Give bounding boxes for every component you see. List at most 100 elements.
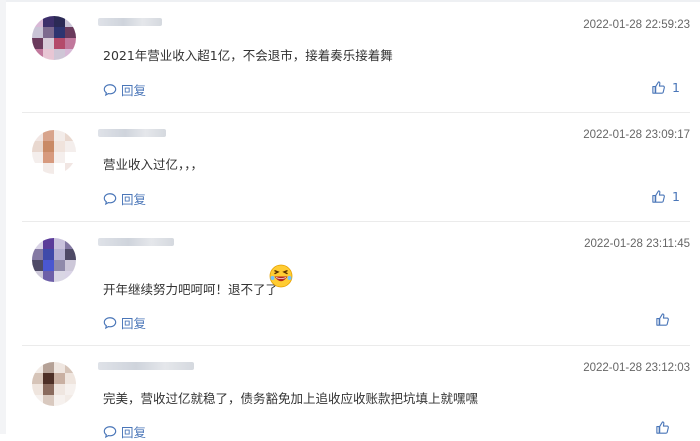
avatar-mosaic-cell <box>54 362 65 373</box>
comment-timestamp: 2022-01-28 23:09:17 <box>583 129 690 141</box>
avatar-mosaic-cell <box>65 130 76 141</box>
avatar-mosaic-cell <box>32 16 43 27</box>
avatar-mosaic-cell <box>43 271 54 282</box>
thumbs-up-icon <box>656 313 669 326</box>
reply-button[interactable]: 回复 <box>103 189 146 208</box>
avatar-mosaic-cell <box>32 373 43 384</box>
avatar-mosaic-cell <box>32 163 43 174</box>
username-blurred[interactable] <box>98 238 174 246</box>
avatar-mosaic-cell <box>65 271 76 282</box>
avatar-mosaic-cell <box>65 49 76 60</box>
laughing-face-icon <box>269 264 293 292</box>
avatar-mosaic-cell <box>43 27 54 38</box>
like-button[interactable] <box>655 312 676 327</box>
like-count: 1 <box>672 189 680 204</box>
like-button[interactable] <box>655 420 676 435</box>
avatar-mosaic-cell <box>54 384 65 395</box>
avatar-mosaic-cell <box>65 249 76 260</box>
avatar-mosaic-cell <box>65 152 76 163</box>
avatar-mosaic-cell <box>32 238 43 249</box>
avatar-mosaic-cell <box>65 38 76 49</box>
avatar-mosaic-cell <box>43 373 54 384</box>
comment-bubble-icon <box>103 192 117 205</box>
avatar-mosaic-cell <box>54 49 65 60</box>
avatar-mosaic-cell <box>54 271 65 282</box>
avatar-mosaic-cell <box>54 238 65 249</box>
like-count: 1 <box>672 80 680 95</box>
avatar-mosaic-cell <box>32 249 43 260</box>
comment-text: 开年继续努力吧呵呵！退不了了 <box>103 282 279 297</box>
avatar-mosaic-cell <box>32 260 43 271</box>
avatar-mosaic-cell <box>65 163 76 174</box>
comment-item: 2022-01-28 22:59:23 2021年营业收入超1亿，不会退市，接着… <box>6 0 700 112</box>
avatar-mosaic-cell <box>32 384 43 395</box>
avatar-mosaic-cell <box>43 141 54 152</box>
avatar-mosaic-cell <box>65 260 76 271</box>
avatar-mosaic-cell <box>54 163 65 174</box>
avatar-mosaic-cell <box>65 238 76 249</box>
thumbs-up-icon <box>656 421 669 434</box>
comment-bubble-icon <box>103 425 117 438</box>
like-button[interactable]: 1 <box>651 80 680 95</box>
reply-label: 回复 <box>121 83 147 98</box>
username-blurred[interactable] <box>98 362 194 370</box>
avatar-mosaic-cell <box>43 130 54 141</box>
avatar-mosaic-cell <box>32 152 43 163</box>
avatar-mosaic-cell <box>54 249 65 260</box>
reply-label: 回复 <box>121 316 147 331</box>
avatar-mosaic-cell <box>54 27 65 38</box>
comment-timestamp: 2022-01-28 22:59:23 <box>583 19 690 31</box>
avatar-mosaic-cell <box>65 141 76 152</box>
comment-item: 2022-01-28 23:11:45 开年继续努力吧呵呵！退不了了 回复 <box>6 222 700 345</box>
user-avatar[interactable] <box>32 238 76 282</box>
avatar-mosaic-cell <box>54 141 65 152</box>
avatar-mosaic-cell <box>32 38 43 49</box>
avatar-mosaic-cell <box>43 49 54 60</box>
user-avatar[interactable] <box>32 16 76 60</box>
comment-text: 营业收入过亿，，， <box>103 157 204 172</box>
avatar-mosaic-cell <box>43 384 54 395</box>
avatar-mosaic-cell <box>65 384 76 395</box>
avatar-mosaic-cell <box>54 395 65 406</box>
avatar-mosaic-cell <box>43 16 54 27</box>
avatar-mosaic-cell <box>54 130 65 141</box>
avatar-mosaic-cell <box>43 238 54 249</box>
avatar-mosaic-cell <box>32 141 43 152</box>
comment-timestamp: 2022-01-28 23:12:03 <box>583 362 690 374</box>
avatar-mosaic-cell <box>54 38 65 49</box>
avatar-mosaic-cell <box>54 260 65 271</box>
reply-label: 回复 <box>121 192 147 207</box>
thumbs-up-icon <box>652 190 665 203</box>
avatar-mosaic-cell <box>54 152 65 163</box>
avatar-mosaic-cell <box>54 16 65 27</box>
avatar-mosaic-cell <box>32 362 43 373</box>
comment-bubble-icon <box>103 316 117 329</box>
avatar-mosaic-cell <box>54 373 65 384</box>
user-avatar[interactable] <box>32 130 76 174</box>
reply-button[interactable]: 回复 <box>103 422 146 441</box>
avatar-mosaic-cell <box>43 163 54 174</box>
comment-item: 2022-01-28 23:12:03 完美，营收过亿就稳了，债务豁免加上追收应… <box>6 346 700 440</box>
comment-text: 完美，营收过亿就稳了，债务豁免加上追收应收账款把坑填上就嘿嘿 <box>103 391 479 406</box>
avatar-mosaic-cell <box>43 395 54 406</box>
comment-item: 2022-01-28 23:09:17 营业收入过亿，，， 回复 1 <box>6 113 700 221</box>
avatar-mosaic-cell <box>65 395 76 406</box>
avatar-mosaic-cell <box>65 373 76 384</box>
comment-timestamp: 2022-01-28 23:11:45 <box>584 238 690 250</box>
avatar-mosaic-cell <box>43 260 54 271</box>
thumbs-up-icon <box>652 81 665 94</box>
avatar-mosaic-cell <box>43 152 54 163</box>
user-avatar[interactable] <box>32 362 76 406</box>
avatar-mosaic-cell <box>43 362 54 373</box>
username-blurred[interactable] <box>98 18 162 26</box>
reply-button[interactable]: 回复 <box>103 313 146 332</box>
avatar-mosaic-cell <box>65 27 76 38</box>
comment-bubble-icon <box>103 83 117 96</box>
avatar-mosaic-cell <box>43 249 54 260</box>
avatar-mosaic-cell <box>32 49 43 60</box>
avatar-mosaic-cell <box>32 130 43 141</box>
comment-text: 2021年营业收入超1亿，不会退市，接着奏乐接着舞 <box>103 48 393 63</box>
reply-button[interactable]: 回复 <box>103 80 146 99</box>
username-blurred[interactable] <box>98 129 166 137</box>
like-button[interactable]: 1 <box>651 189 680 204</box>
